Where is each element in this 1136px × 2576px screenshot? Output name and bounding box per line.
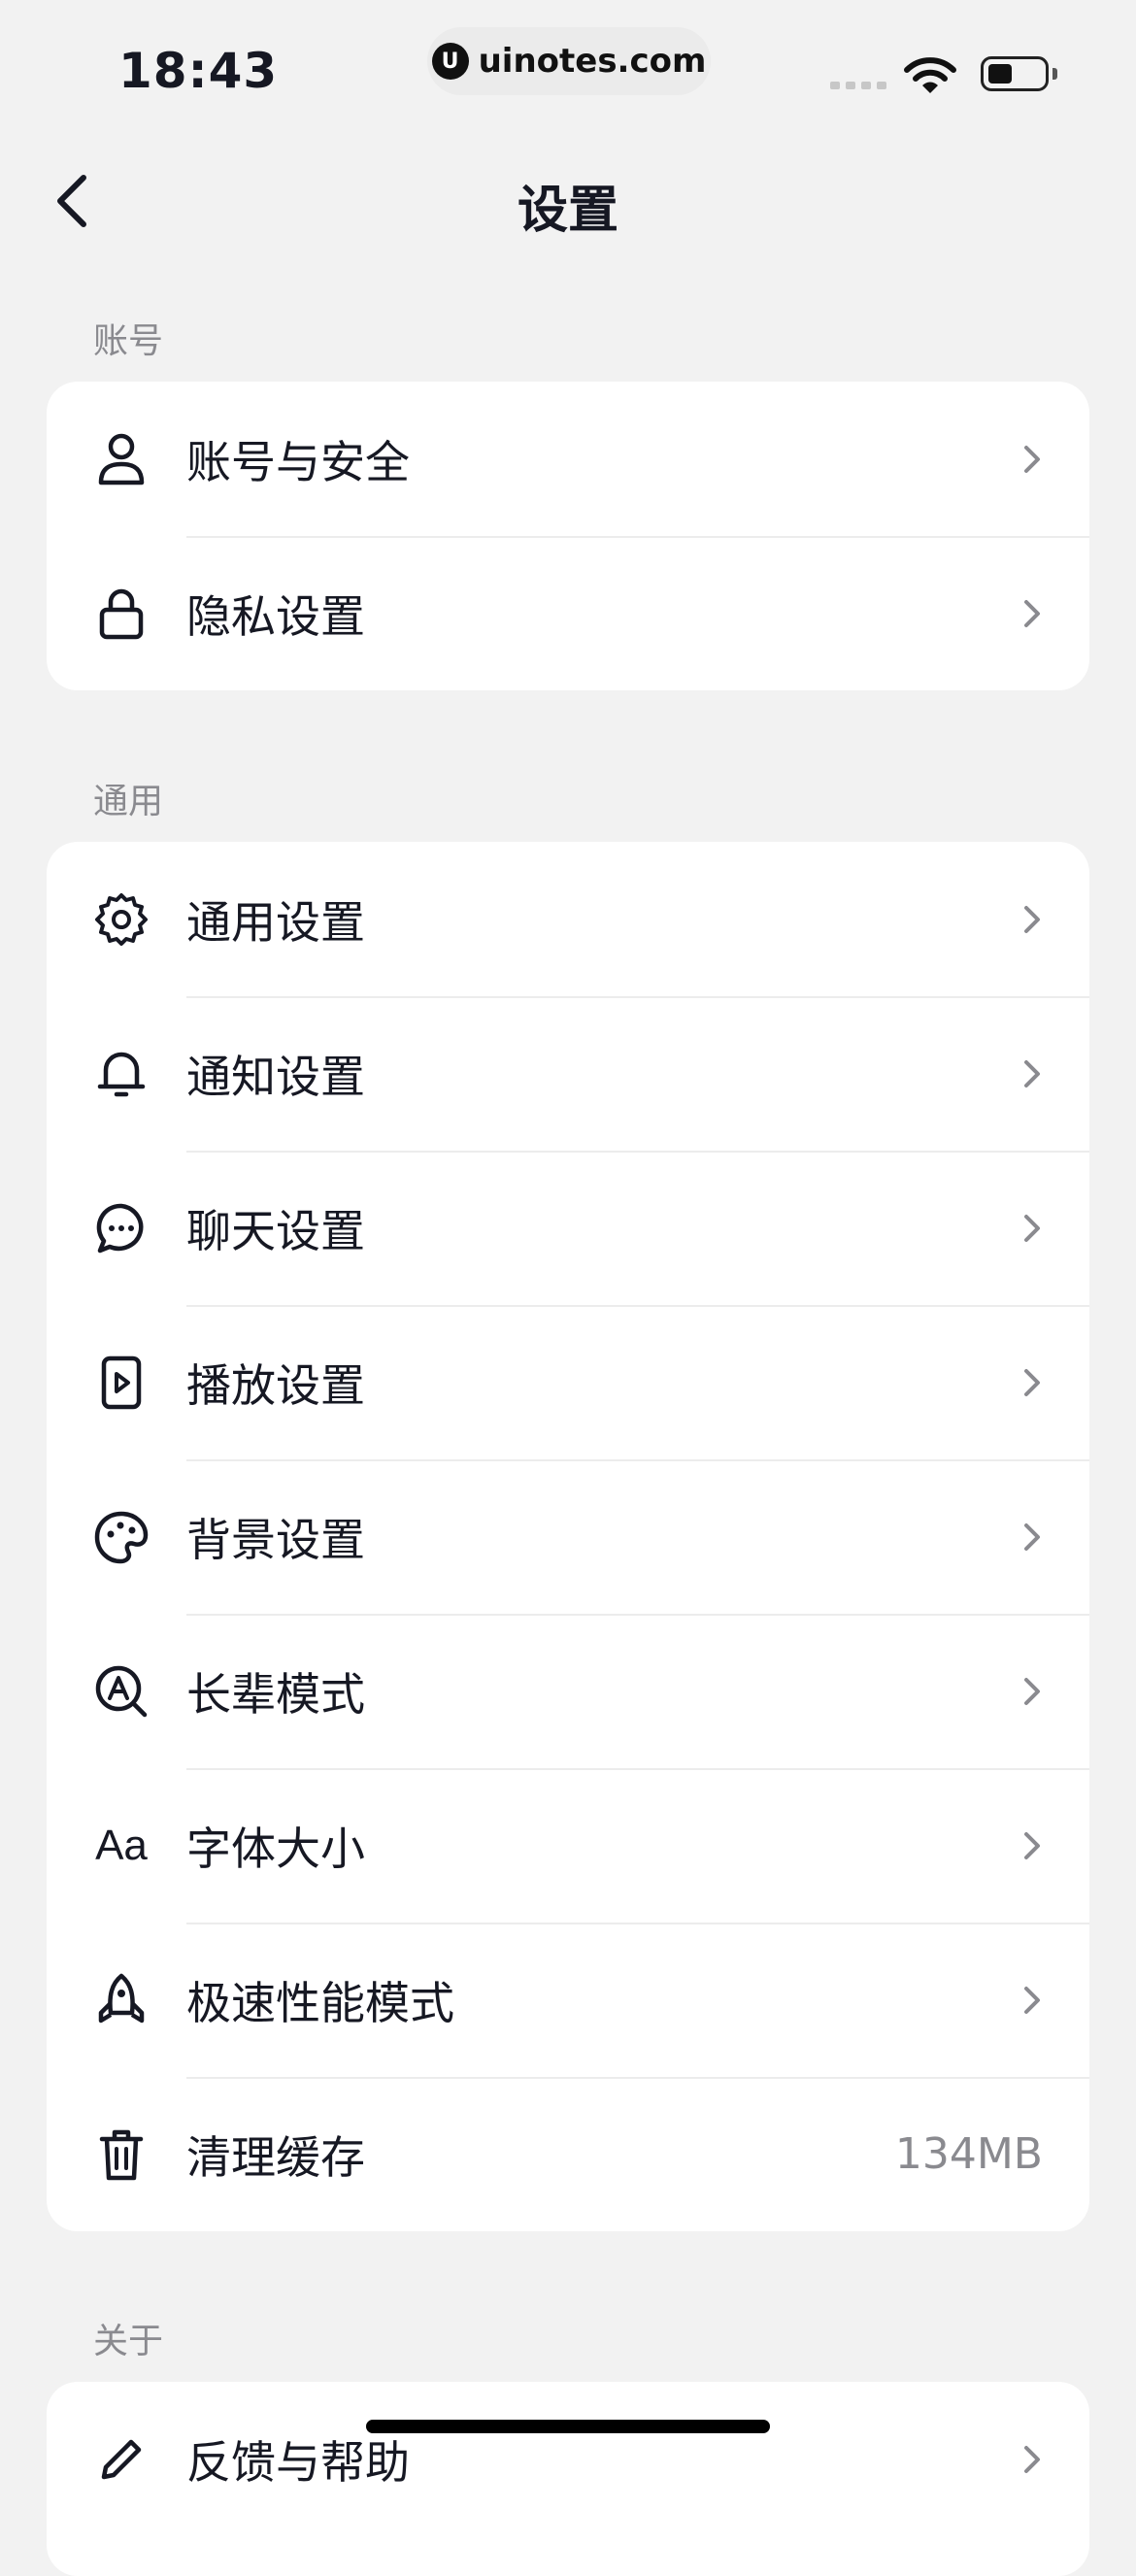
font-size-icon: Aa <box>95 1821 148 1869</box>
url-pill[interactable]: U uinotes.com <box>427 27 711 95</box>
chevron-right-icon <box>1024 1522 1040 1551</box>
chevron-right-icon <box>1024 599 1040 627</box>
chevron-right-icon <box>1024 1677 1040 1705</box>
general-card: 通用设置 通知设置 聊天设置 播放设置 背景设置 长辈模式 Aa 字体大小 极速… <box>47 842 1089 2231</box>
cellular-signal-icon <box>830 82 886 89</box>
bell-icon <box>93 1046 150 1102</box>
section-label-about: 关于 <box>93 2322 164 2361</box>
chevron-right-icon <box>1024 1831 1040 1859</box>
row-label: 通知设置 <box>186 1050 365 1103</box>
row-font-size[interactable]: Aa 字体大小 <box>47 1768 1089 1923</box>
row-label: 隐私设置 <box>186 589 365 643</box>
chevron-right-icon <box>1024 1368 1040 1396</box>
chevron-right-icon <box>1024 1059 1040 1087</box>
trash-icon <box>93 2126 150 2183</box>
row-label: 清理缓存 <box>186 2130 365 2184</box>
about-card: 反馈与帮助 <box>47 2382 1089 2576</box>
row-label: 通用设置 <box>186 895 365 949</box>
row-performance-mode[interactable]: 极速性能模式 <box>47 1923 1089 2077</box>
site-logo-icon: U <box>431 43 469 80</box>
row-label: 极速性能模式 <box>186 1976 454 2029</box>
row-label: 播放设置 <box>186 1358 365 1412</box>
row-general-settings[interactable]: 通用设置 <box>47 842 1089 996</box>
row-label: 反馈与帮助 <box>186 2435 410 2489</box>
row-label: 背景设置 <box>186 1513 365 1566</box>
nav-bar: 设置 <box>0 146 1136 252</box>
row-clear-cache[interactable]: 清理缓存 134MB <box>47 2077 1089 2231</box>
play-icon <box>93 1355 150 1411</box>
row-notification-settings[interactable]: 通知设置 <box>47 996 1089 1151</box>
page-title: 设置 <box>517 182 618 240</box>
battery-icon <box>981 56 1049 91</box>
row-feedback-help[interactable]: 反馈与帮助 <box>47 2382 1089 2536</box>
row-background-settings[interactable]: 背景设置 <box>47 1459 1089 1614</box>
section-label-account: 账号 <box>93 321 164 361</box>
status-bar: 18:43 U uinotes.com <box>0 0 1136 126</box>
row-label: 账号与安全 <box>186 435 410 488</box>
section-label-general: 通用 <box>93 782 164 821</box>
chevron-right-icon <box>1024 1214 1040 1242</box>
lock-icon <box>93 585 150 642</box>
row-playback-settings[interactable]: 播放设置 <box>47 1305 1089 1459</box>
chevron-right-icon <box>1024 2445 1040 2473</box>
rocket-icon <box>93 1972 150 2028</box>
account-card: 账号与安全 隐私设置 <box>47 382 1089 690</box>
row-privacy[interactable]: 隐私设置 <box>47 536 1089 690</box>
row-label: 字体大小 <box>186 1822 365 1875</box>
row-elder-mode[interactable]: 长辈模式 <box>47 1614 1089 1768</box>
row-label: 长辈模式 <box>186 1667 365 1721</box>
site-url: uinotes.com <box>478 42 707 81</box>
chevron-right-icon <box>1024 905 1040 933</box>
elder-mode-icon <box>93 1663 150 1720</box>
person-icon <box>93 431 150 487</box>
row-label: 聊天设置 <box>186 1204 365 1257</box>
chevron-right-icon <box>1024 445 1040 473</box>
status-time: 18:43 <box>118 43 279 99</box>
row-account-security[interactable]: 账号与安全 <box>47 382 1089 536</box>
palette-icon <box>93 1509 150 1565</box>
gear-icon <box>93 891 150 948</box>
row-chat-settings[interactable]: 聊天设置 <box>47 1151 1089 1305</box>
edit-icon <box>93 2431 150 2488</box>
wifi-icon <box>904 57 956 93</box>
chevron-right-icon <box>1024 1986 1040 2014</box>
chat-bubble-icon <box>93 1200 150 1256</box>
home-indicator[interactable] <box>366 2420 770 2433</box>
cache-size-value: 134MB <box>894 2129 1043 2179</box>
